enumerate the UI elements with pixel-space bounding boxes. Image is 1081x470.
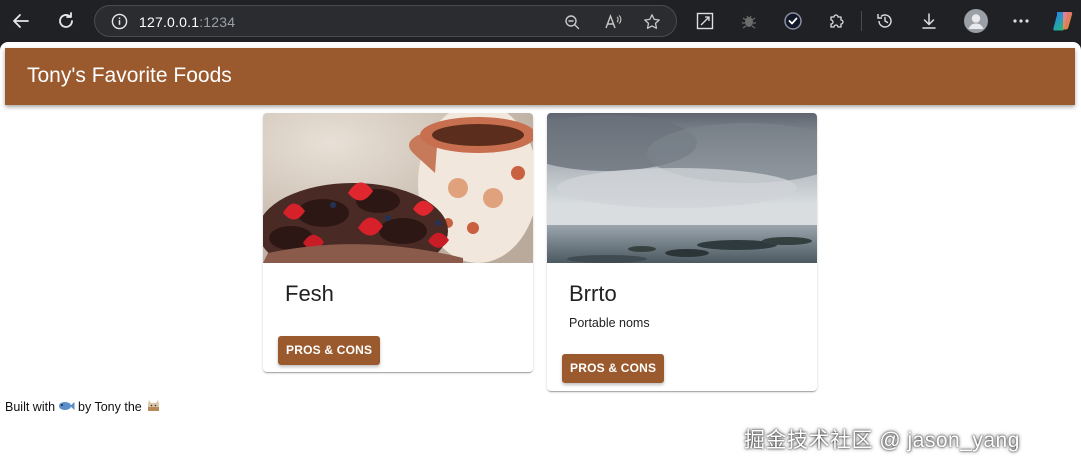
more-icon[interactable] (1010, 10, 1032, 32)
puzzle-icon[interactable] (826, 10, 848, 32)
screenshot-icon[interactable] (694, 10, 716, 32)
copilot-icon[interactable] (1052, 9, 1076, 33)
footer-prefix: Built with (5, 400, 56, 414)
url-text: 127.0.0.1:1234 (139, 14, 235, 30)
footer: Built with by Tony the (5, 398, 162, 416)
watermark-text: 掘金技术社区 @ jason_yang (744, 429, 1020, 452)
cat-icon (145, 398, 162, 416)
profile-icon[interactable] (964, 9, 988, 33)
toolbar-separator (861, 11, 862, 31)
read-aloud-icon[interactable] (604, 13, 622, 31)
url-port: :1234 (199, 14, 236, 30)
fish-icon (58, 400, 75, 415)
url-host: 127.0.0.1 (139, 14, 200, 30)
zoom-out-icon[interactable] (563, 13, 581, 31)
food-card-brrto: Brrto Portable noms PROS & CONS (547, 113, 817, 391)
app-title: Tony's Favorite Foods (27, 64, 232, 87)
info-icon[interactable] (111, 13, 128, 30)
app-bar: Tony's Favorite Foods (5, 48, 1075, 105)
check-shield-icon[interactable] (782, 10, 804, 32)
card-title: Brrto (569, 281, 617, 306)
history-icon[interactable] (874, 10, 896, 32)
pros-cons-button[interactable]: PROS & CONS (278, 336, 381, 365)
browser-toolbar: 127.0.0.1:1234 (0, 0, 1081, 42)
footer-middle: by Tony the (78, 400, 142, 414)
cloudy-seascape-photo (547, 113, 817, 263)
food-card-fesh: Fesh PROS & CONS (263, 113, 533, 372)
address-bar[interactable]: 127.0.0.1:1234 (94, 5, 677, 37)
back-arrow-icon[interactable] (8, 8, 34, 34)
page-viewport: Tony's Favorite Foods Fesh PROS & CONS B… (0, 42, 1081, 470)
bug-icon[interactable] (738, 10, 760, 32)
pros-cons-button[interactable]: PROS & CONS (562, 354, 665, 383)
refresh-icon[interactable] (53, 8, 79, 34)
star-icon[interactable] (643, 13, 661, 31)
card-title: Fesh (285, 281, 334, 306)
chocolate-strawberry-dessert-photo (263, 113, 533, 263)
card-description: Portable noms (569, 316, 650, 330)
download-icon[interactable] (918, 10, 940, 32)
